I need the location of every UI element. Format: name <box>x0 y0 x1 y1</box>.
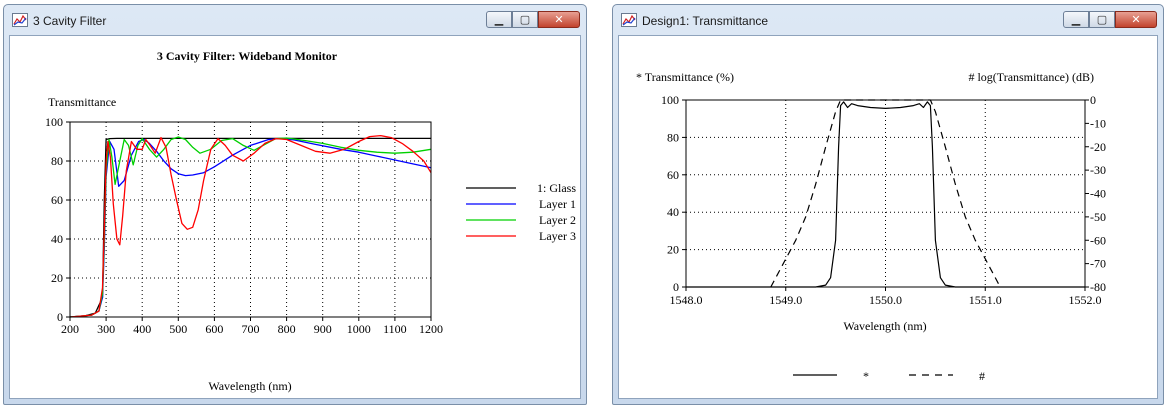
right-axis-label: # log(Transmittance) (dB) <box>968 70 1094 84</box>
y-tick-label: 40 <box>51 232 63 246</box>
x-tick-label: 1552.0 <box>1069 293 1102 307</box>
right-y-tick-label: -10 <box>1090 116 1106 130</box>
maximize-button[interactable]: ▢ <box>512 11 538 28</box>
x-tick-label: 1550.0 <box>869 293 902 307</box>
left-axis-label: * Transmittance (%) <box>636 70 734 84</box>
left-y-tick-label: 20 <box>667 243 679 257</box>
left-y-tick-label: 60 <box>667 168 679 182</box>
left-y-tick-label: 40 <box>667 205 679 219</box>
y-axis-label: Transmittance <box>48 95 116 109</box>
close-button[interactable]: ✕ <box>1115 11 1157 28</box>
wideband-monitor-chart: 3 Cavity Filter: Wideband Monitor Transm… <box>45 49 576 393</box>
chart-app-icon <box>12 13 28 27</box>
right-y-tick-label: 0 <box>1090 93 1096 107</box>
right-y-tick-label: -40 <box>1090 187 1106 201</box>
window-cavity-filter: 3 Cavity Filter ▁ ▢ ✕ 3 Cavity Filter: W… <box>3 4 587 405</box>
left-y-tick-label: 80 <box>667 130 679 144</box>
x-tick-label: 1000 <box>347 322 371 336</box>
y-tick-label: 80 <box>51 154 63 168</box>
chart-area: 3 Cavity Filter: Wideband Monitor Transm… <box>9 35 581 399</box>
legend-label: # <box>979 369 985 383</box>
x-axis-label: Wavelength (nm) <box>208 379 291 393</box>
x-tick-label: 1551.0 <box>969 293 1002 307</box>
minimize-button[interactable]: ▁ <box>486 11 512 28</box>
legend-label: Layer 1 <box>539 197 576 211</box>
left-y-tick-label: 100 <box>661 93 679 107</box>
x-tick-label: 200 <box>61 322 79 336</box>
right-y-tick-label: -60 <box>1090 233 1106 247</box>
x-tick-label: 1548.0 <box>670 293 703 307</box>
y-tick-label: 20 <box>51 271 63 285</box>
series-line-1 <box>686 101 1085 288</box>
minimize-button[interactable]: ▁ <box>1063 11 1089 28</box>
x-tick-label: 300 <box>97 322 115 336</box>
left-y-tick-label: 0 <box>673 280 679 294</box>
plot-frame <box>69 121 432 318</box>
y-tick-label: 100 <box>45 115 63 129</box>
right-y-tick-label: -30 <box>1090 163 1106 177</box>
right-y-tick-label: -20 <box>1090 140 1106 154</box>
window-design1-transmittance: Design1: Transmittance ▁ ▢ ✕ * Transmitt… <box>612 4 1164 405</box>
x-tick-label: 700 <box>242 322 260 336</box>
legend-label: * <box>863 369 869 383</box>
x-tick-label: 900 <box>314 322 332 336</box>
close-button[interactable]: ✕ <box>538 11 580 28</box>
legend-label: Layer 2 <box>539 213 576 227</box>
window-title: Design1: Transmittance <box>642 14 769 28</box>
maximize-button[interactable]: ▢ <box>1089 11 1115 28</box>
legend-label: 1: Glass <box>537 181 576 195</box>
legend-label: Layer 3 <box>539 229 576 243</box>
x-tick-label: 600 <box>205 322 223 336</box>
x-axis-label: Wavelength (nm) <box>843 319 926 333</box>
right-y-tick-label: -50 <box>1090 210 1106 224</box>
y-tick-label: 0 <box>57 310 63 324</box>
title-bar[interactable]: Design1: Transmittance ▁ ▢ ✕ <box>613 5 1163 35</box>
title-bar[interactable]: 3 Cavity Filter ▁ ▢ ✕ <box>4 5 586 35</box>
transmittance-chart: * Transmittance (%) # log(Transmittance)… <box>636 70 1106 383</box>
right-y-tick-label: -80 <box>1090 280 1106 294</box>
chart-area: * Transmittance (%) # log(Transmittance)… <box>618 35 1158 399</box>
x-tick-label: 1200 <box>419 322 443 336</box>
y-tick-label: 60 <box>51 193 63 207</box>
x-tick-label: 1549.0 <box>769 293 802 307</box>
window-title: 3 Cavity Filter <box>33 14 107 28</box>
x-tick-label: 800 <box>278 322 296 336</box>
x-tick-label: 500 <box>169 322 187 336</box>
right-y-tick-label: -70 <box>1090 257 1106 271</box>
chart-app-icon <box>621 13 637 27</box>
x-tick-label: 400 <box>133 322 151 336</box>
x-tick-label: 1100 <box>383 322 407 336</box>
chart-title: 3 Cavity Filter: Wideband Monitor <box>157 49 338 63</box>
